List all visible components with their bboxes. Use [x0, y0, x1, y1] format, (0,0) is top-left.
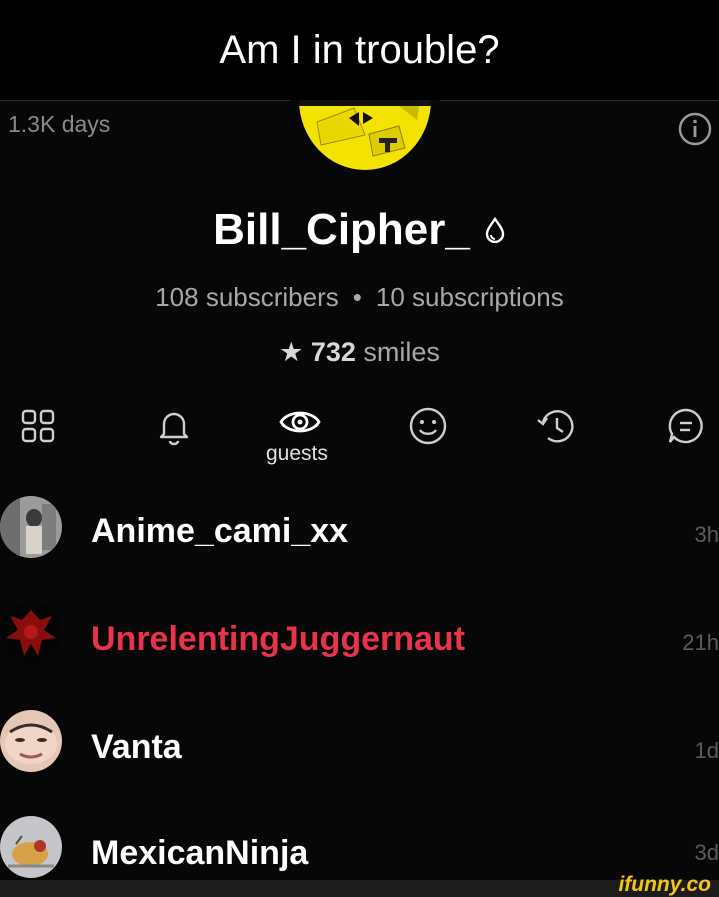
guest-row[interactable]: UnrelentingJuggernaut 21h: [0, 598, 719, 678]
guest-name[interactable]: UnrelentingJuggernaut: [91, 620, 465, 659]
guest-row[interactable]: MexicanNinja 3d: [0, 810, 719, 890]
subscriptions-count[interactable]: 10 subscriptions: [376, 282, 564, 312]
subscribers-count[interactable]: 108 subscribers: [155, 282, 339, 312]
guest-visit-time: 21h: [682, 630, 719, 655]
profile-stats: 108 subscribers • 10 subscriptions: [0, 282, 719, 313]
star-icon: ★: [279, 337, 304, 367]
guest-name[interactable]: MexicanNinja: [91, 834, 308, 873]
eye-icon[interactable]: [276, 398, 324, 446]
guest-avatar[interactable]: [0, 602, 62, 664]
watermark-bar: [0, 880, 719, 897]
smiles-label: smiles: [363, 337, 440, 367]
smiles-stat: ★ 732 smiles: [0, 337, 719, 368]
chat-icon[interactable]: [662, 402, 710, 450]
info-icon[interactable]: [677, 111, 713, 147]
history-icon[interactable]: [532, 402, 580, 450]
smiles-count: 732: [310, 337, 356, 367]
guest-name[interactable]: Anime_cami_xx: [91, 512, 348, 551]
guest-row[interactable]: Vanta 1d: [0, 706, 719, 786]
caption-text: Am I in trouble?: [219, 27, 500, 72]
profile-avatar[interactable]: [299, 100, 431, 170]
guest-avatar[interactable]: [0, 816, 62, 878]
guest-name[interactable]: Vanta: [91, 728, 182, 767]
guest-visit-time: 3h: [694, 522, 719, 547]
guest-visit-time: 3d: [694, 840, 719, 865]
bell-icon[interactable]: [150, 402, 198, 450]
header-divider: [440, 100, 719, 101]
header-divider: [0, 100, 290, 101]
account-age: 1.3K days: [8, 111, 111, 137]
smiley-icon[interactable]: [404, 402, 452, 450]
stats-separator: •: [352, 282, 362, 312]
username-row: Bill_Cipher_: [0, 205, 719, 255]
caption-bar: Am I in trouble?: [0, 0, 719, 100]
guest-avatar[interactable]: [0, 496, 62, 558]
guest-visit-time: 1d: [694, 738, 719, 763]
username: Bill_Cipher_: [213, 205, 470, 254]
verified-drop-icon: [484, 216, 506, 244]
guest-row[interactable]: Anime_cami_xx 3h: [0, 490, 719, 570]
grid-icon[interactable]: [14, 402, 62, 450]
tab-guests-label[interactable]: guests: [266, 442, 328, 466]
ifunny-watermark: ifunny.co: [618, 873, 711, 896]
guest-avatar[interactable]: [0, 710, 62, 772]
